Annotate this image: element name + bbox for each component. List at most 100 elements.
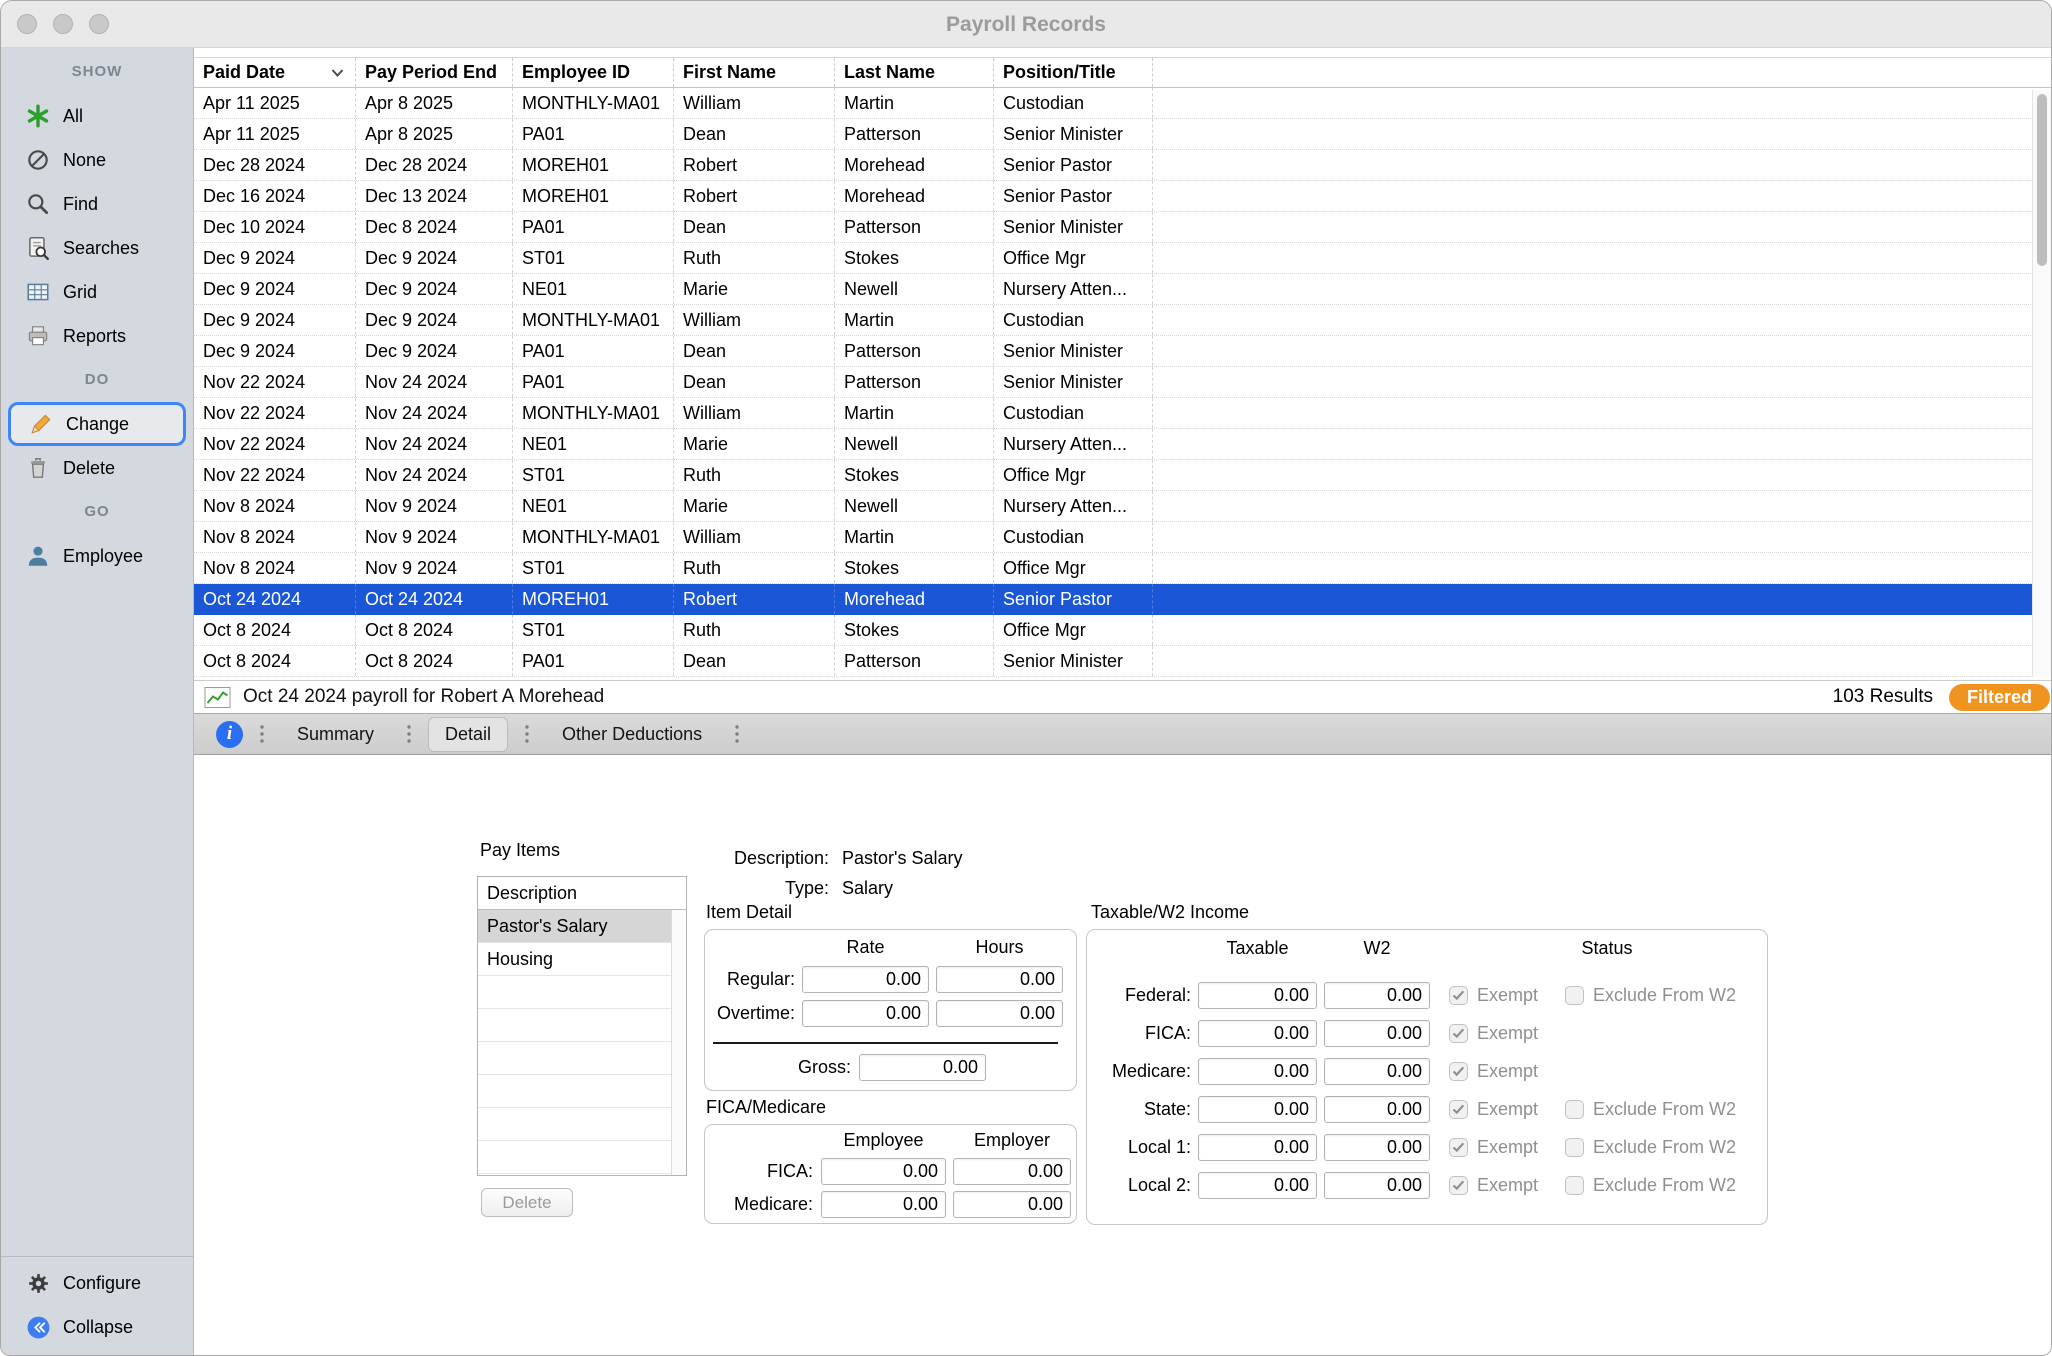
table-cell: Dec 9 2024 (194, 274, 356, 304)
exclude-from-w2-checkbox[interactable] (1565, 1138, 1584, 1157)
table-row[interactable]: Dec 9 2024Dec 9 2024ST01RuthStokesOffice… (194, 243, 2051, 274)
gross-input[interactable]: 0.00 (859, 1054, 986, 1081)
type-value: Salary (842, 878, 893, 899)
sidebar-item-reports[interactable]: Reports (1, 314, 193, 358)
taxable-input[interactable]: 0.00 (1198, 1020, 1317, 1047)
w2-input[interactable]: 0.00 (1324, 1134, 1430, 1161)
table-row[interactable]: Nov 8 2024Nov 9 2024MONTHLY-MA01WilliamM… (194, 522, 2051, 553)
w2-input[interactable]: 0.00 (1324, 1020, 1430, 1047)
pay-item-delete-button[interactable]: Delete (481, 1188, 573, 1217)
table-row[interactable]: Apr 11 2025Apr 8 2025PA01DeanPattersonSe… (194, 119, 2051, 150)
regular-rate-input[interactable]: 0.00 (802, 966, 929, 993)
sidebar-section-header-show: SHOW (1, 50, 193, 94)
sidebar-item-delete[interactable]: Delete (1, 446, 193, 490)
sidebar-section-header-go: GO (1, 490, 193, 534)
table-row[interactable]: Oct 8 2024Oct 8 2024PA01DeanPattersonSen… (194, 646, 2051, 677)
fica-employee-input[interactable]: 0.00 (821, 1158, 946, 1185)
main-area: Paid DatePay Period EndEmployee IDFirst … (194, 48, 2051, 1355)
table-cell: Apr 8 2025 (356, 88, 513, 118)
table-scrollbar[interactable] (2032, 90, 2051, 677)
exempt-checkbox[interactable] (1449, 1138, 1468, 1157)
exclude-from-w2-checkbox[interactable] (1565, 986, 1584, 1005)
taxable-input[interactable]: 0.00 (1198, 982, 1317, 1009)
column-header-employee-id[interactable]: Employee ID (513, 58, 674, 87)
sidebar-item-employee[interactable]: Employee (1, 534, 193, 578)
payroll-records-window: Payroll Records SHOWAllNoneFindSearchesG… (0, 0, 2052, 1356)
table-row[interactable]: Nov 8 2024Nov 9 2024NE01MarieNewellNurse… (194, 491, 2051, 522)
table-row[interactable]: Nov 22 2024Nov 24 2024MONTHLY-MA01Willia… (194, 398, 2051, 429)
medicare-employer-input[interactable]: 0.00 (953, 1191, 1071, 1218)
table-row[interactable]: Dec 16 2024Dec 13 2024MOREH01RobertMoreh… (194, 181, 2051, 212)
taxable-input[interactable]: 0.00 (1198, 1058, 1317, 1085)
fica-medicare-group: Employee Employer FICA: 0.00 0.00 Medica… (704, 1124, 1077, 1224)
table-row[interactable]: Oct 8 2024Oct 8 2024ST01RuthStokesOffice… (194, 615, 2051, 646)
sidebar-item-label: Configure (63, 1273, 141, 1294)
fica-employer-input[interactable]: 0.00 (953, 1158, 1071, 1185)
table-row[interactable]: Nov 22 2024Nov 24 2024PA01DeanPattersonS… (194, 367, 2051, 398)
exempt-checkbox[interactable] (1449, 986, 1468, 1005)
column-header-first-name[interactable]: First Name (674, 58, 835, 87)
overtime-hours-input[interactable]: 0.00 (936, 1000, 1063, 1027)
taxable-input[interactable]: 0.00 (1198, 1096, 1317, 1123)
table-row[interactable]: Nov 8 2024Nov 9 2024ST01RuthStokesOffice… (194, 553, 2051, 584)
pay-items-scrollbar[interactable] (671, 910, 686, 1175)
table-cell: Senior Minister (994, 646, 1153, 676)
table-row[interactable]: Nov 22 2024Nov 24 2024NE01MarieNewellNur… (194, 429, 2051, 460)
table-cell: Nov 9 2024 (356, 553, 513, 583)
table-row[interactable]: Dec 10 2024Dec 8 2024PA01DeanPattersonSe… (194, 212, 2051, 243)
medicare-employee-input[interactable]: 0.00 (821, 1191, 946, 1218)
exempt-checkbox[interactable] (1449, 1062, 1468, 1081)
exempt-label: Exempt (1477, 1020, 1538, 1047)
w2-input[interactable]: 0.00 (1324, 1096, 1430, 1123)
regular-hours-input[interactable]: 0.00 (936, 966, 1063, 993)
sidebar-item-configure[interactable]: Configure (1, 1261, 193, 1305)
tab-detail[interactable]: Detail (428, 717, 508, 752)
info-icon[interactable]: i (216, 721, 243, 748)
column-header-pay-period-end[interactable]: Pay Period End (356, 58, 513, 87)
table-row[interactable]: Dec 9 2024Dec 9 2024PA01DeanPattersonSen… (194, 336, 2051, 367)
table-row[interactable]: Dec 9 2024Dec 9 2024NE01MarieNewellNurse… (194, 274, 2051, 305)
tab-other-deductions[interactable]: Other Deductions (546, 718, 718, 751)
sidebar-item-change[interactable]: Change (8, 402, 186, 446)
table-cell: Stokes (835, 460, 994, 490)
filtered-badge[interactable]: Filtered (1949, 684, 2050, 711)
exclude-from-w2-label: Exclude From W2 (1593, 1172, 1736, 1199)
pay-item-row[interactable]: Housing (478, 943, 686, 976)
table-cell: Marie (674, 491, 835, 521)
table-row[interactable]: Oct 24 2024Oct 24 2024MOREH01RobertMoreh… (194, 584, 2051, 615)
taxable-input[interactable]: 0.00 (1198, 1134, 1317, 1161)
exempt-checkbox[interactable] (1449, 1024, 1468, 1043)
sidebar-item-grid[interactable]: Grid (1, 270, 193, 314)
table-row-filler (1153, 615, 2051, 645)
exempt-checkbox[interactable] (1449, 1176, 1468, 1195)
table-cell: Dec 28 2024 (194, 150, 356, 180)
exclude-from-w2-checkbox[interactable] (1565, 1100, 1584, 1119)
table-row[interactable]: Dec 9 2024Dec 9 2024MONTHLY-MA01WilliamM… (194, 305, 2051, 336)
taxable-input[interactable]: 0.00 (1198, 1172, 1317, 1199)
sidebar-item-searches[interactable]: Searches (1, 226, 193, 270)
pay-items-column-header[interactable]: Description (478, 877, 686, 910)
w2-input[interactable]: 0.00 (1324, 1172, 1430, 1199)
table-row[interactable]: Dec 28 2024Dec 28 2024MOREH01RobertMoreh… (194, 150, 2051, 181)
w2-input[interactable]: 0.00 (1324, 1058, 1430, 1085)
exclude-from-w2-checkbox[interactable] (1565, 1176, 1584, 1195)
exempt-checkbox[interactable] (1449, 1100, 1468, 1119)
table-cell: Ruth (674, 460, 835, 490)
scrollbar-thumb[interactable] (2037, 94, 2047, 266)
column-header-position-title[interactable]: Position/Title (994, 58, 1153, 87)
sidebar-item-find[interactable]: Find (1, 182, 193, 226)
column-header-last-name[interactable]: Last Name (835, 58, 994, 87)
table-row[interactable]: Nov 22 2024Nov 24 2024ST01RuthStokesOffi… (194, 460, 2051, 491)
table-row[interactable]: Apr 11 2025Apr 8 2025MONTHLY-MA01William… (194, 88, 2051, 119)
sidebar-item-all[interactable]: All (1, 94, 193, 138)
item-detail-title: Item Detail (706, 902, 792, 923)
pay-item-row[interactable]: Pastor's Salary (478, 910, 686, 943)
sidebar-item-none[interactable]: None (1, 138, 193, 182)
tab-summary[interactable]: Summary (281, 718, 390, 751)
sidebar-item-collapse[interactable]: Collapse (1, 1305, 193, 1349)
w2-input[interactable]: 0.00 (1324, 982, 1430, 1009)
column-header-paid-date[interactable]: Paid Date (194, 58, 356, 87)
table-cell: William (674, 398, 835, 428)
overtime-rate-input[interactable]: 0.00 (802, 1000, 929, 1027)
table-cell: MOREH01 (513, 584, 674, 614)
